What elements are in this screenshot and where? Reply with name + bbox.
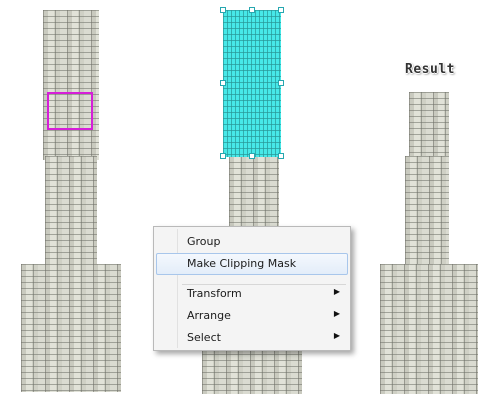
menu-item-label: Make Clipping Mask <box>187 257 297 270</box>
tower-result-base <box>380 264 478 394</box>
menu-item-label: Group <box>187 235 221 248</box>
submenu-arrow-icon: ▶ <box>333 287 340 296</box>
selection-handle-bm[interactable] <box>249 153 255 159</box>
selection-handle-tr[interactable] <box>278 7 284 13</box>
selection-handle-ml[interactable] <box>220 80 226 86</box>
tower-result-top <box>409 92 449 160</box>
selected-brick-pattern[interactable] <box>223 10 281 157</box>
submenu-arrow-icon: ▶ <box>333 309 340 318</box>
menu-item-select[interactable]: Select ▶ <box>156 327 348 349</box>
tower-left-mid <box>45 156 97 268</box>
selection-handle-tm[interactable] <box>249 7 255 13</box>
context-menu: Group Make Clipping Mask Transform ▶ Arr… <box>153 226 351 351</box>
selection-handle-br[interactable] <box>278 153 284 159</box>
mask-rectangle[interactable] <box>47 92 93 130</box>
tower-result-mid <box>405 156 449 268</box>
menu-item-arrange[interactable]: Arrange ▶ <box>156 305 348 327</box>
menu-item-group[interactable]: Group <box>156 231 348 253</box>
selection-handle-bl[interactable] <box>220 153 226 159</box>
menu-item-make-clipping-mask[interactable]: Make Clipping Mask <box>156 253 348 275</box>
selection-handle-tl[interactable] <box>220 7 226 13</box>
menu-item-label: Transform <box>187 287 242 300</box>
menu-item-label: Select <box>187 331 221 344</box>
tower-left-base <box>21 264 121 392</box>
result-label: Result <box>405 62 455 77</box>
submenu-arrow-icon: ▶ <box>333 331 340 340</box>
tower-left-top <box>43 10 99 160</box>
menu-item-label: Arrange <box>187 309 231 322</box>
menu-item-transform[interactable]: Transform ▶ <box>156 283 348 305</box>
selection-handle-mr[interactable] <box>278 80 284 86</box>
